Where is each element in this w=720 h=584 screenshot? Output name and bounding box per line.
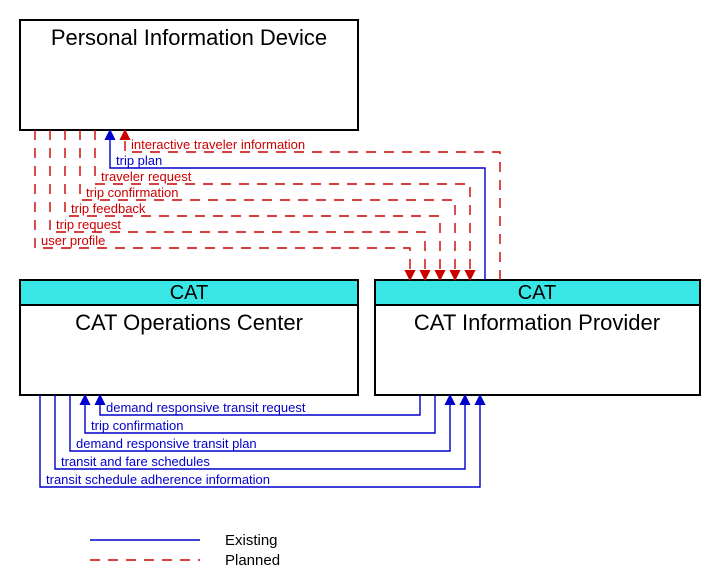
architecture-diagram: Personal Information Device CAT CAT Oper…: [0, 0, 720, 584]
flow-label: trip plan: [116, 153, 162, 168]
flow-line: [125, 130, 500, 280]
flows-pid-info: interactive traveler informationtrip pla…: [35, 130, 500, 280]
node-ops-org: CAT: [170, 282, 209, 304]
flow-label: trip feedback: [71, 201, 146, 216]
flow-label: demand responsive transit plan: [76, 436, 257, 451]
flow-label: interactive traveler information: [131, 137, 305, 152]
node-personal-information-device: Personal Information Device: [20, 20, 358, 130]
node-pid-title: Personal Information Device: [51, 25, 327, 50]
legend: Existing Planned: [90, 532, 280, 569]
legend-planned-label: Planned: [225, 552, 280, 569]
flow-label: demand responsive transit request: [106, 400, 306, 415]
node-info-title: CAT Information Provider: [414, 310, 660, 335]
flow-label: transit and fare schedules: [61, 454, 210, 469]
flow-label: traveler request: [101, 169, 192, 184]
node-ops-title: CAT Operations Center: [75, 310, 303, 335]
legend-existing-label: Existing: [225, 532, 278, 549]
node-info-org: CAT: [518, 282, 557, 304]
flow-label: trip confirmation: [91, 418, 183, 433]
flow-label: transit schedule adherence information: [46, 472, 270, 487]
flow-label: trip request: [56, 217, 121, 232]
node-cat-information-provider: CAT CAT Information Provider: [375, 280, 700, 395]
flow-label: trip confirmation: [86, 185, 178, 200]
flow-label: user profile: [41, 233, 105, 248]
flows-ops-info: demand responsive transit request trip co…: [40, 395, 480, 487]
node-cat-operations-center: CAT CAT Operations Center: [20, 280, 358, 395]
